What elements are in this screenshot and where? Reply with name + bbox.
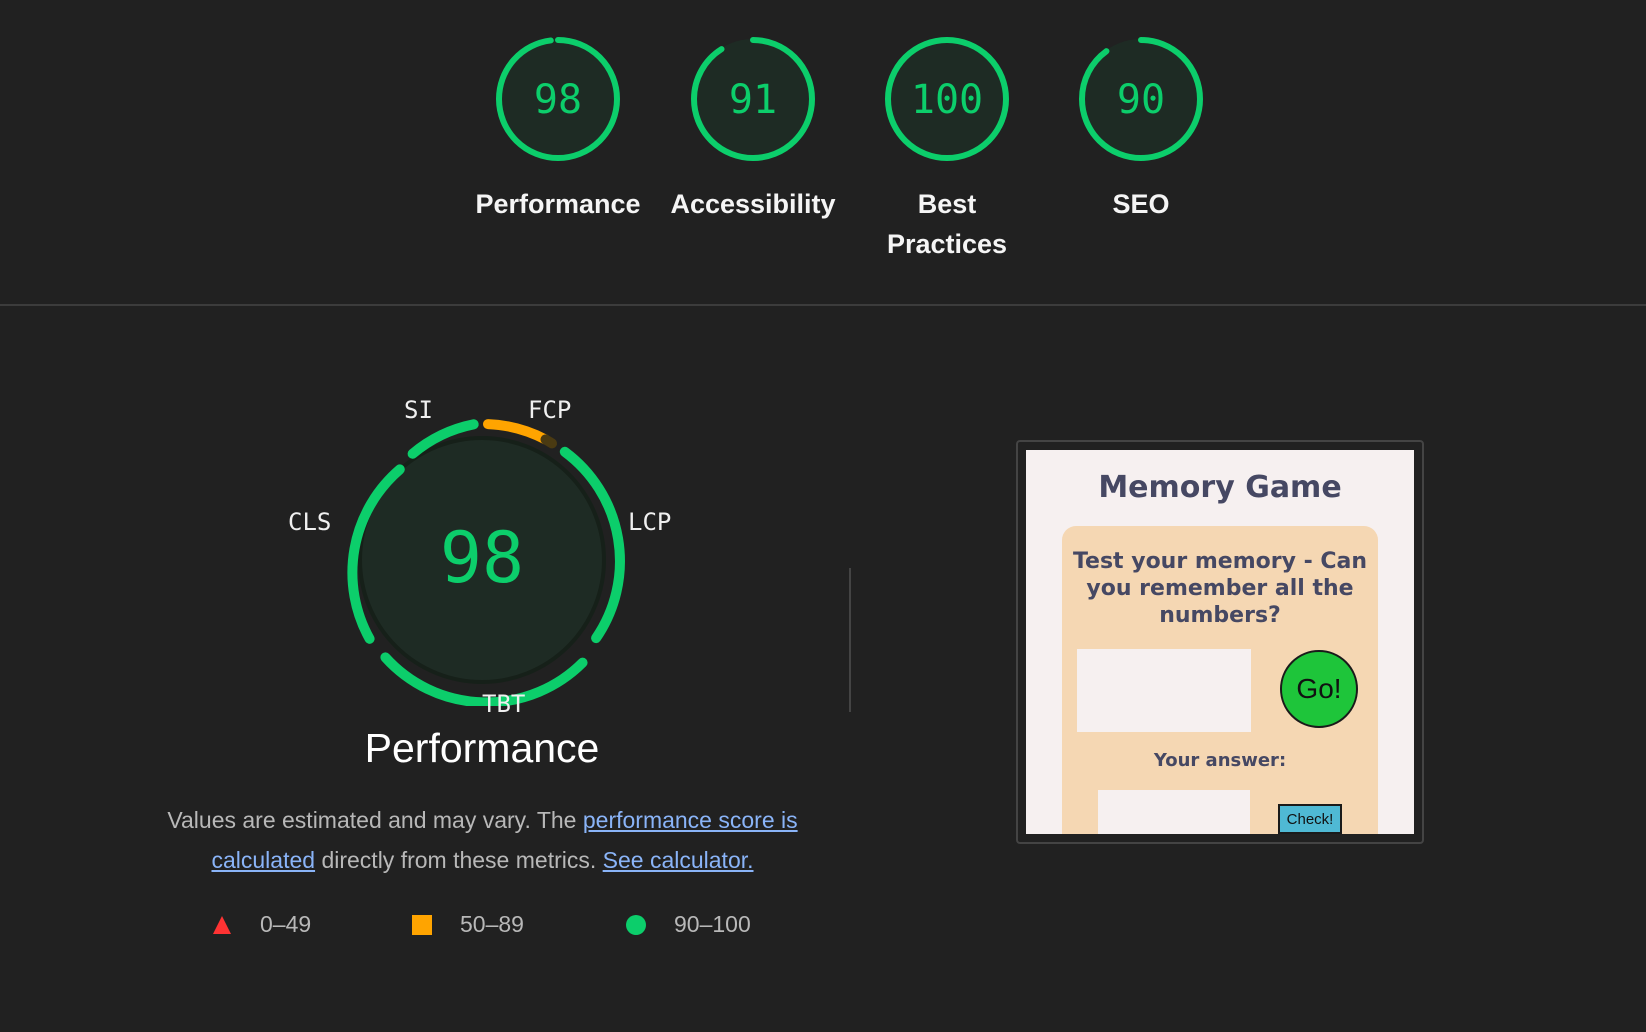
vertical-divider (849, 568, 851, 712)
screenshot-content: Memory Game Test your memory - Can you r… (1026, 450, 1414, 834)
gauge-score: 100 (911, 77, 983, 123)
legend-item-average: 50–89 (412, 911, 524, 938)
metric-label-tbt[interactable]: TBT (482, 690, 525, 718)
category-gauges: 98 Performance 91 Accessibility 100 Best… (0, 0, 1646, 305)
gauge-ring: 100 (885, 37, 1009, 161)
metric-label-si[interactable]: SI (404, 396, 433, 424)
number-display (1077, 649, 1251, 732)
gauge-label: Performance (475, 189, 641, 219)
gauge-label: SEO (1112, 189, 1170, 219)
metric-label-lcp[interactable]: LCP (628, 508, 671, 536)
game-prompt: Test your memory - Can you remember all … (1072, 549, 1368, 628)
metric-gauge-svg: 98 (347, 419, 625, 706)
answer-label: Your answer: (1153, 750, 1287, 771)
performance-score: 98 (440, 517, 524, 599)
metric-label-fcp[interactable]: FCP (528, 396, 571, 424)
gauge-accessibility[interactable]: 91 Accessibility (658, 34, 848, 224)
description-text: Values are estimated and may vary. The (167, 807, 583, 833)
legend-range: 50–89 (460, 911, 524, 937)
legend-item-pass: 90–100 (626, 911, 751, 938)
see-calculator-link[interactable]: See calculator. (603, 847, 754, 873)
go-button[interactable]: Go! (1280, 650, 1358, 728)
gauge-best-practices[interactable]: 100 Best Practices (852, 34, 1042, 264)
metric-label-cls[interactable]: CLS (288, 508, 331, 536)
square-icon (412, 914, 432, 935)
legend-range: 90–100 (674, 911, 751, 937)
gauge-ring: 98 (496, 37, 620, 161)
metric-arc-fcp-remainder (540, 434, 557, 449)
score-legend: 0–49 50–89 90–100 (210, 911, 810, 947)
game-title: Memory Game (1098, 470, 1342, 505)
final-screenshot[interactable]: Memory Game Test your memory - Can you r… (1016, 440, 1424, 844)
answer-input[interactable] (1098, 790, 1250, 834)
circle-icon (626, 914, 646, 935)
legend-item-fail: 0–49 (212, 911, 311, 938)
legend-range: 0–49 (260, 911, 312, 937)
gauge-score: 98 (534, 77, 582, 123)
game-card: Test your memory - Can you remember all … (1062, 526, 1378, 834)
gauge-score: 91 (729, 77, 777, 123)
description-text: directly from these metrics. (315, 847, 603, 873)
performance-section: 98 SI FCP LCP TBT CLS Performance Values… (0, 306, 1646, 1032)
check-button[interactable]: Check! (1278, 804, 1342, 834)
gauge-seo[interactable]: 90 SEO (1046, 34, 1236, 224)
gauge-score: 90 (1117, 77, 1165, 123)
gauge-ring: 91 (691, 37, 815, 161)
performance-metric-gauge: 98 SI FCP LCP TBT CLS (260, 376, 700, 718)
triangle-icon (213, 915, 231, 934)
performance-title: Performance (364, 725, 600, 771)
performance-description: Values are estimated and may vary. The p… (150, 800, 815, 880)
gauge-ring: 90 (1079, 37, 1203, 161)
gauge-label: Best Practices (886, 189, 1008, 259)
gauge-label: Accessibility (670, 189, 836, 219)
gauge-performance[interactable]: 98 Performance (463, 34, 653, 224)
